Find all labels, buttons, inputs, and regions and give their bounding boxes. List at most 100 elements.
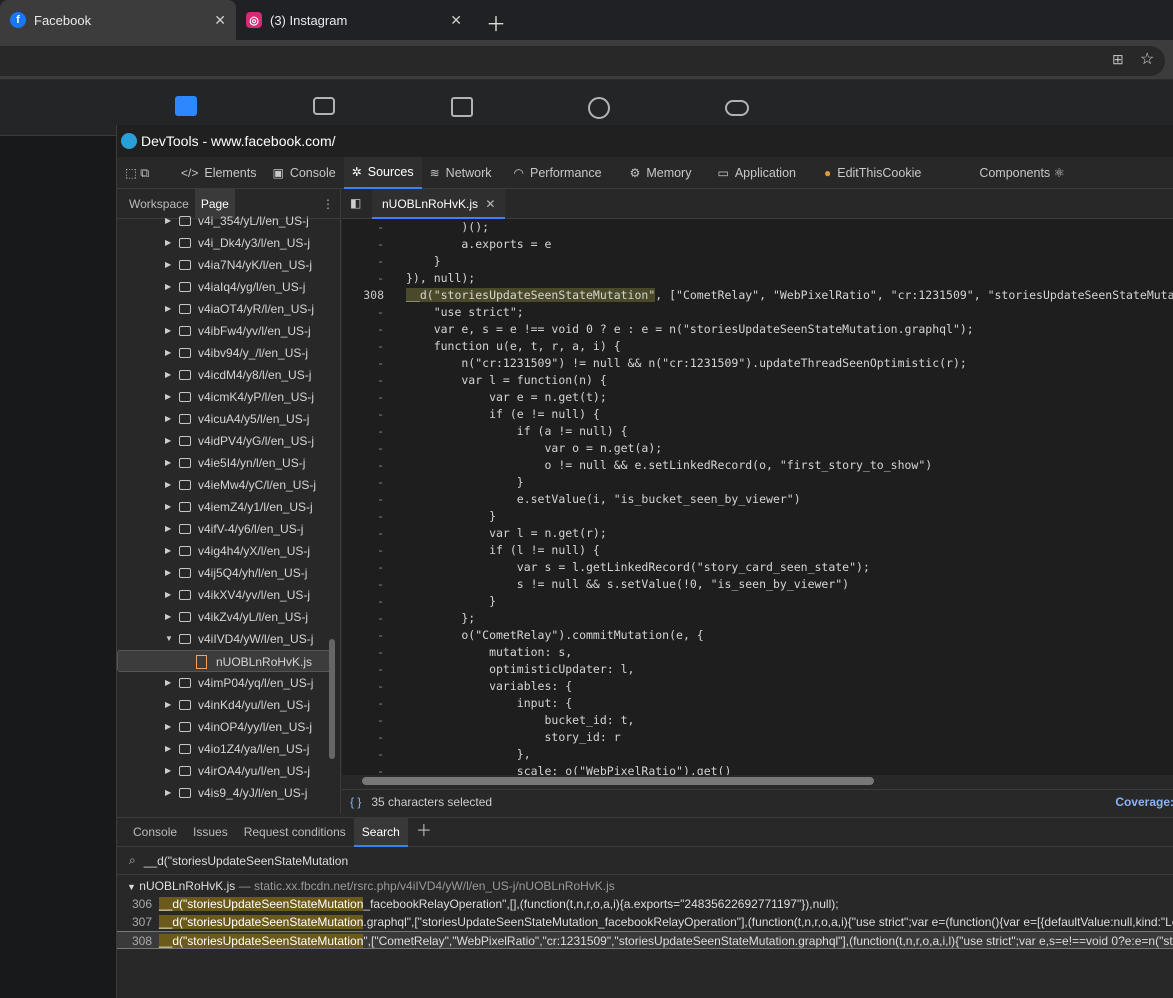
expand-arrow-icon[interactable]: ▶ xyxy=(165,474,171,496)
browser-tab-instagram[interactable]: ◎ (3) Instagram ✕ xyxy=(236,0,472,40)
tree-folder-item[interactable]: ▶ v4icdM4/y8/l/en_US-j xyxy=(117,364,340,386)
line-number[interactable]: - xyxy=(342,542,384,559)
tree-folder-item[interactable]: ▶ v4irOA4/yu/l/en_US-j xyxy=(117,760,340,782)
line-number[interactable]: - xyxy=(342,389,384,406)
line-number[interactable]: - xyxy=(342,457,384,474)
expand-arrow-icon[interactable]: ▶ xyxy=(165,540,171,562)
tree-folder-item[interactable]: ▶ v4ie5I4/yn/l/en_US-j xyxy=(117,452,340,474)
tab-editthiscookie[interactable]: ● EditThisCookie xyxy=(816,157,929,189)
tree-folder-item[interactable]: ▶ v4imP04/yq/l/en_US-j xyxy=(117,672,340,694)
expand-arrow-icon[interactable]: ▶ xyxy=(165,584,171,606)
editor-tab[interactable]: nUOBLnRoHvK.js ✕ xyxy=(372,188,506,219)
collapse-arrow-icon[interactable]: ▼ xyxy=(127,882,136,892)
tab-memory[interactable]: ⚙ Memory xyxy=(622,157,700,189)
expand-arrow-icon[interactable]: ▶ xyxy=(165,782,171,804)
line-number[interactable]: - xyxy=(342,474,384,491)
expand-arrow-icon[interactable]: ▶ xyxy=(165,694,171,716)
line-number[interactable]: - xyxy=(342,559,384,576)
tree-folder-item[interactable]: ▶ v4ikXV4/yv/l/en_US-j xyxy=(117,584,340,606)
expand-arrow-icon[interactable]: ▶ xyxy=(165,760,171,782)
expand-arrow-icon[interactable]: ▶ xyxy=(165,518,171,540)
tree-folder-item[interactable]: ▶ v4ia7N4/yK/l/en_US-j xyxy=(117,254,340,276)
expand-arrow-icon[interactable]: ▶ xyxy=(165,716,171,738)
tree-folder-item[interactable]: ▶ v4ibFw4/yv/l/en_US-j xyxy=(117,320,340,342)
groups-icon[interactable] xyxy=(588,97,610,119)
tree-folder-item[interactable]: ▶ v4iaOT4/yR/l/en_US-j xyxy=(117,298,340,320)
line-number[interactable]: - xyxy=(342,712,384,729)
tree-folder-item[interactable]: ▶ v4io1Z4/ya/l/en_US-j xyxy=(117,738,340,760)
line-number[interactable]: - xyxy=(342,372,384,389)
expand-arrow-icon[interactable]: ▶ xyxy=(165,210,171,232)
search-result-row[interactable]: 308 __d("storiesUpdateSeenStateMutation",… xyxy=(117,931,1173,949)
expand-arrow-icon[interactable]: ▶ xyxy=(165,276,171,298)
search-input[interactable]: __d("storiesUpdateSeenStateMutation xyxy=(144,854,348,868)
tree-folder-item[interactable]: ▶ v4idPV4/yG/l/en_US-j xyxy=(117,430,340,452)
tree-folder-item[interactable]: ▶ v4icuA4/y5/l/en_US-j xyxy=(117,408,340,430)
tree-folder-item[interactable]: ▶ v4ibv94/y_/l/en_US-j xyxy=(117,342,340,364)
drawer-tab-issues[interactable]: Issues xyxy=(185,817,236,847)
coverage-label[interactable]: Coverage: xyxy=(1115,795,1173,809)
tree-folder-item[interactable]: ▼ v4iIVD4/yW/l/en_US-j xyxy=(117,628,340,650)
line-number[interactable]: - xyxy=(342,219,384,236)
tab-console[interactable]: ▣ Console xyxy=(264,157,343,189)
url-input[interactable] xyxy=(0,46,1165,76)
code-editor[interactable]: - )(); - a.exports = e- } -}), null); 308 __… xyxy=(342,219,1173,775)
line-number[interactable]: - xyxy=(342,576,384,593)
add-tab-button[interactable]: ＋ xyxy=(408,817,440,847)
tree-folder-item[interactable]: ▶ v4is9_4/yJ/l/en_US-j xyxy=(117,782,340,804)
line-number[interactable]: - xyxy=(342,610,384,627)
expand-arrow-icon[interactable]: ▶ xyxy=(165,452,171,474)
new-tab-button[interactable]: ＋ xyxy=(486,8,506,37)
tree-file-item[interactable]: nUOBLnRoHvK.js xyxy=(117,650,332,672)
expand-arrow-icon[interactable]: ▶ xyxy=(165,408,171,430)
star-icon[interactable]: ☆ xyxy=(1140,49,1154,69)
line-number[interactable]: - xyxy=(342,440,384,457)
close-icon[interactable]: ✕ xyxy=(450,12,462,29)
close-icon[interactable]: ✕ xyxy=(485,197,495,211)
inspect-icon[interactable]: ⬚ ⧉ xyxy=(117,157,173,189)
line-number[interactable]: - xyxy=(342,236,384,253)
expand-arrow-icon[interactable]: ▶ xyxy=(165,496,171,518)
line-number[interactable]: 308 xyxy=(342,287,384,304)
tree-folder-item[interactable]: ▶ v4inKd4/yu/l/en_US-j xyxy=(117,694,340,716)
drawer-tab-console[interactable]: Console xyxy=(125,817,185,847)
tab-performance[interactable]: ◠ Performance xyxy=(506,157,610,189)
expand-arrow-icon[interactable]: ▶ xyxy=(165,342,171,364)
line-number[interactable]: - xyxy=(342,304,384,321)
line-number[interactable]: - xyxy=(342,508,384,525)
line-number[interactable]: - xyxy=(342,355,384,372)
line-number[interactable]: - xyxy=(342,746,384,763)
tab-network[interactable]: ≋ Network xyxy=(422,157,500,189)
expand-arrow-icon[interactable]: ▶ xyxy=(165,232,171,254)
tree-folder-item[interactable]: ▶ v4iemZ4/y1/l/en_US-j xyxy=(117,496,340,518)
editor-horizontal-scrollbar[interactable] xyxy=(362,777,874,785)
marketplace-icon[interactable] xyxy=(451,97,473,117)
line-number[interactable]: - xyxy=(342,321,384,338)
line-number[interactable]: - xyxy=(342,406,384,423)
line-number[interactable]: - xyxy=(342,661,384,678)
line-number[interactable]: - xyxy=(342,338,384,355)
tree-folder-item[interactable]: ▶ v4ieMw4/yC/l/en_US-j xyxy=(117,474,340,496)
browser-tab-facebook[interactable]: f Facebook ✕ xyxy=(0,0,236,40)
close-icon[interactable]: ✕ xyxy=(214,12,226,29)
line-number[interactable]: - xyxy=(342,253,384,270)
line-number[interactable]: - xyxy=(342,423,384,440)
expand-arrow-icon[interactable]: ▶ xyxy=(165,430,171,452)
video-icon[interactable] xyxy=(313,97,335,115)
tree-folder-item[interactable]: ▶ v4ij5Q4/yh/l/en_US-j xyxy=(117,562,340,584)
expand-arrow-icon[interactable]: ▶ xyxy=(165,672,171,694)
line-number[interactable]: - xyxy=(342,525,384,542)
tree-folder-item[interactable]: ▶ v4inOP4/yy/l/en_US-j xyxy=(117,716,340,738)
line-number[interactable]: - xyxy=(342,627,384,644)
line-number[interactable]: - xyxy=(342,644,384,661)
search-result-row[interactable]: 306 __d("storiesUpdateSeenStateMutation_f… xyxy=(117,895,1173,913)
line-number[interactable]: - xyxy=(342,763,384,775)
line-number[interactable]: - xyxy=(342,695,384,712)
gaming-icon[interactable] xyxy=(725,100,749,116)
line-number[interactable]: - xyxy=(342,729,384,746)
apps-icon[interactable]: ⊞ xyxy=(1112,51,1124,68)
expand-arrow-icon[interactable]: ▶ xyxy=(165,562,171,584)
tab-sources[interactable]: ✲ Sources xyxy=(343,156,422,189)
toggle-navigator-icon[interactable]: ◧ xyxy=(350,196,361,210)
pretty-print-icon[interactable]: { } xyxy=(350,795,361,809)
